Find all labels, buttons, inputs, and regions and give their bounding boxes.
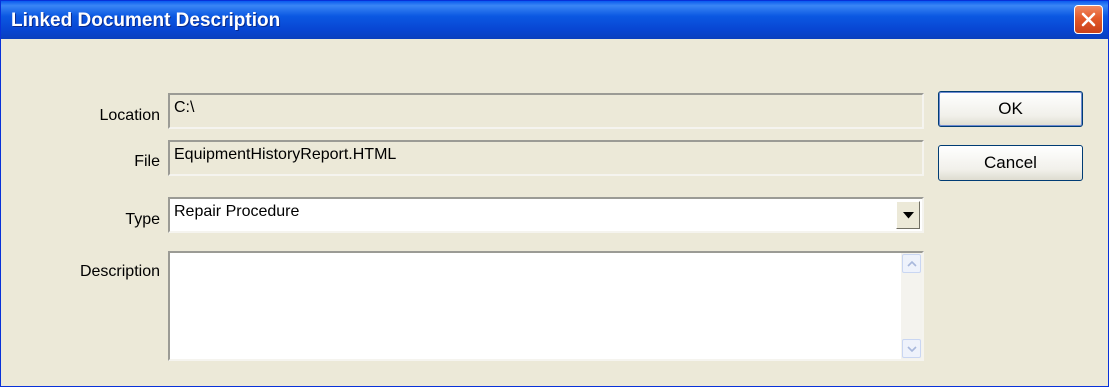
location-field[interactable]: C:\ <box>168 93 924 129</box>
location-label: Location <box>99 107 161 124</box>
close-button[interactable] <box>1074 5 1103 34</box>
description-label: Description <box>79 263 160 280</box>
file-label: File <box>134 153 160 170</box>
ok-button[interactable]: OK <box>938 91 1083 127</box>
dialog-title: Linked Document Description <box>11 10 281 31</box>
type-selected-value: Repair Procedure <box>174 203 300 220</box>
dialog-window: Linked Document Description Location C:\… <box>0 0 1109 387</box>
type-dropdown-button[interactable] <box>896 201 920 229</box>
type-select[interactable]: Repair Procedure <box>168 197 924 233</box>
chevron-down-icon <box>902 211 914 218</box>
description-scrollbar[interactable] <box>901 253 922 359</box>
file-field[interactable]: EquipmentHistoryReport.HTML <box>168 140 924 176</box>
type-label: Type <box>125 211 160 228</box>
close-icon <box>1081 12 1096 27</box>
scroll-down-arrow-icon <box>906 345 917 352</box>
dialog-body: Location C:\ File EquipmentHistoryReport… <box>4 39 1105 383</box>
description-textarea[interactable] <box>168 251 924 361</box>
title-bar[interactable]: Linked Document Description <box>1 1 1108 39</box>
cancel-button[interactable]: Cancel <box>938 145 1083 181</box>
scroll-up-arrow-icon <box>906 260 917 267</box>
scroll-down-button[interactable] <box>902 339 921 358</box>
scroll-up-button[interactable] <box>902 254 921 273</box>
